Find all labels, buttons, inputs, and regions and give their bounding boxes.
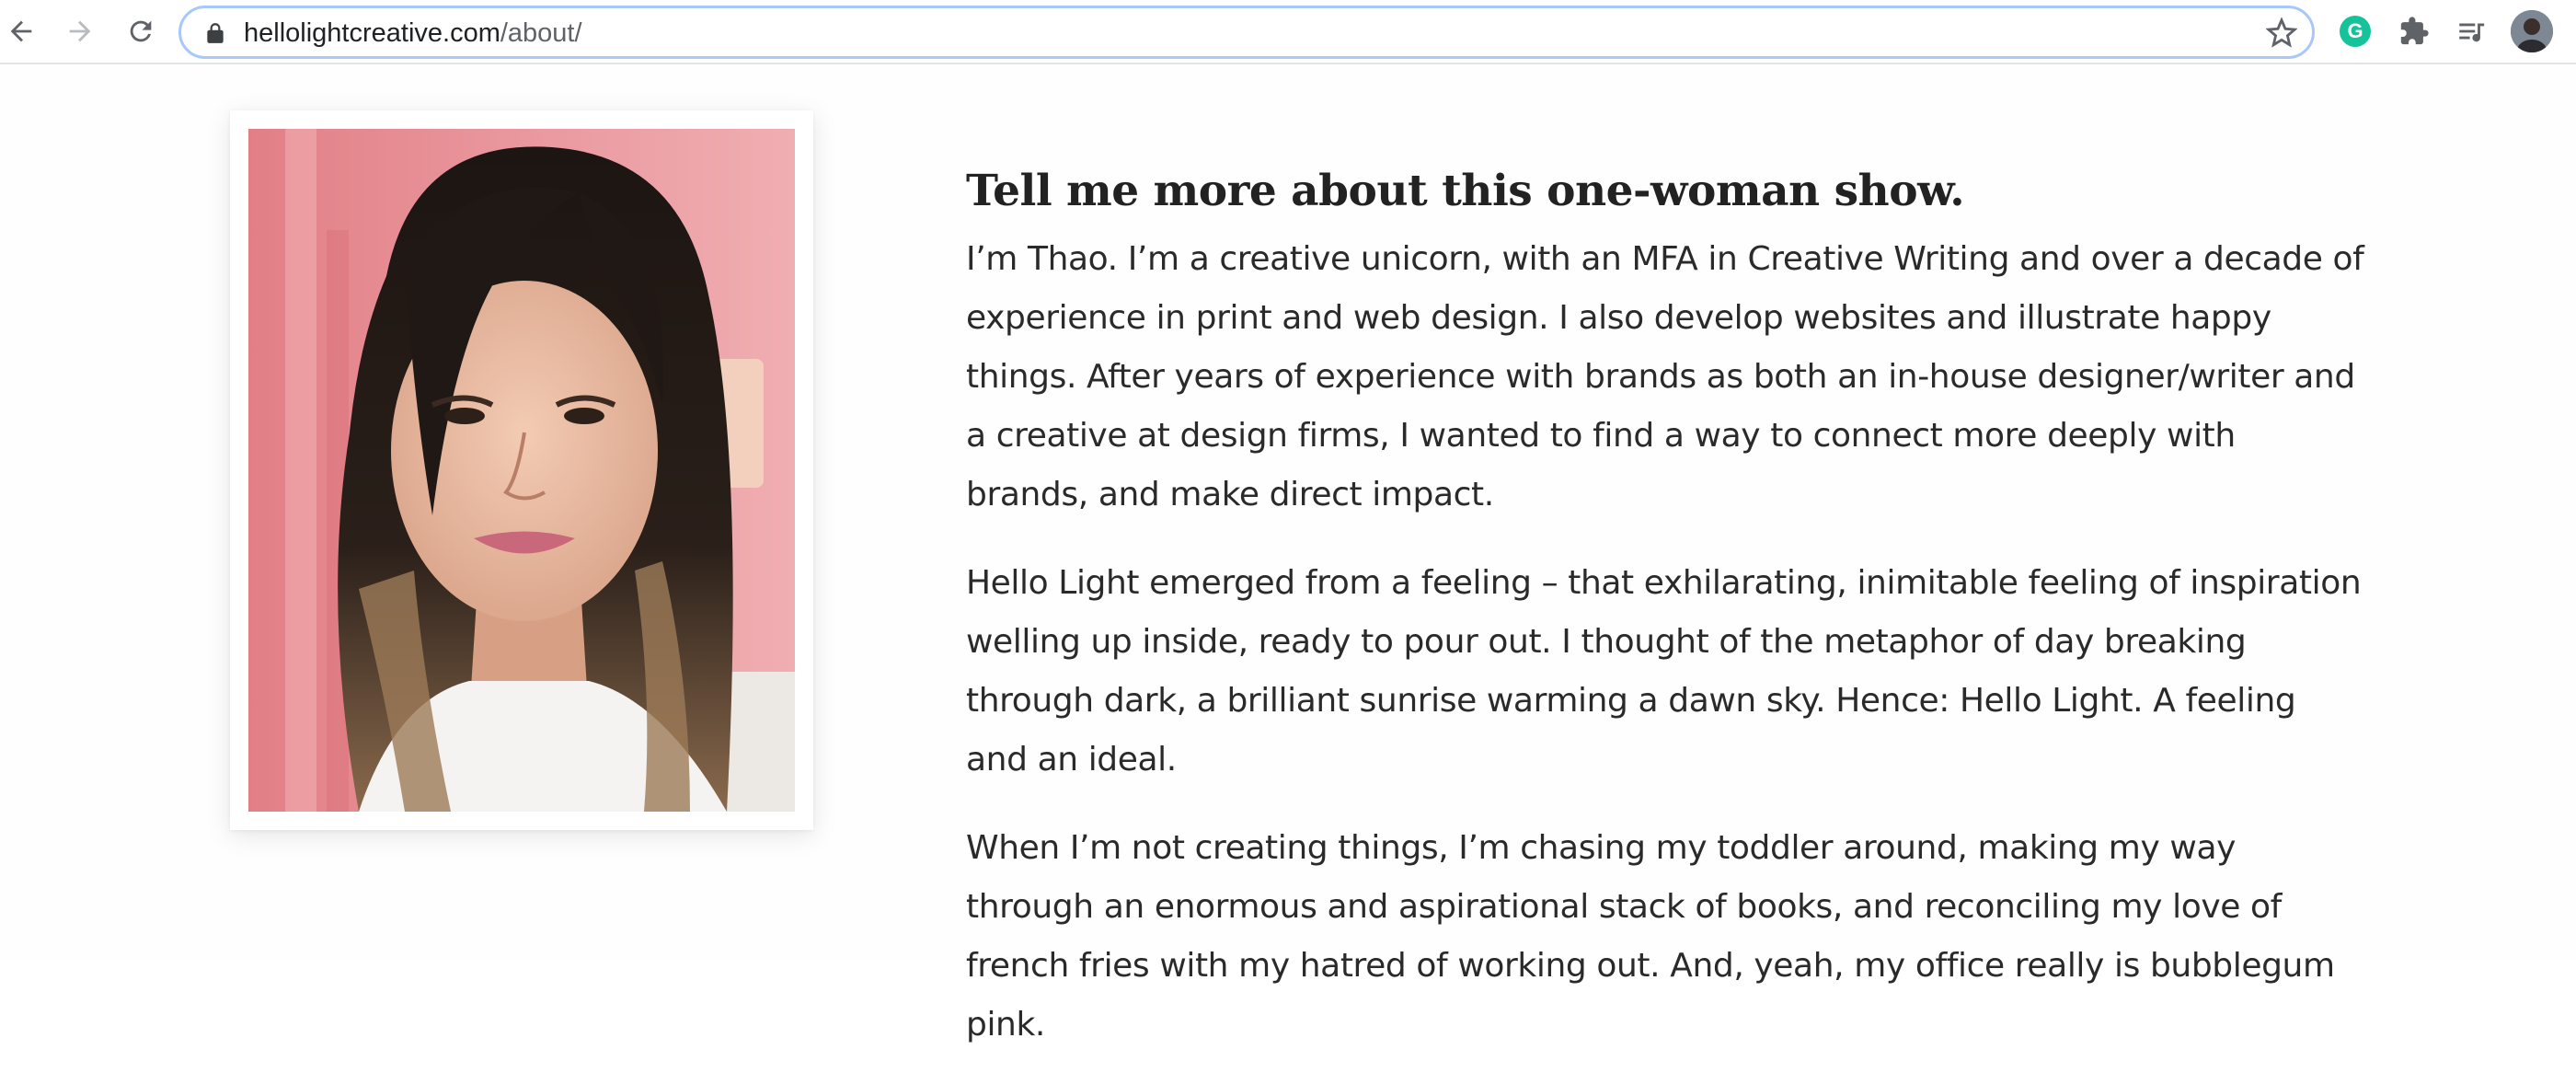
lock-icon[interactable] [203, 21, 227, 45]
avatar-image [2511, 10, 2553, 52]
about-content: Tell me more about this one-woman show. … [966, 164, 2364, 1084]
browser-toolbar: hellolightcreative.com/about/ G [0, 0, 2576, 64]
forward-arrow-icon [69, 20, 91, 42]
grammarly-extension[interactable]: G [2337, 13, 2374, 50]
reload-icon [130, 20, 152, 42]
reload-button[interactable] [120, 10, 162, 52]
extensions-button[interactable] [2396, 13, 2432, 50]
url-path: /about/ [500, 18, 582, 48]
back-button[interactable] [0, 10, 42, 52]
forward-button[interactable] [59, 10, 101, 52]
about-paragraph-personal: When I’m not creating things, I’m chasin… [966, 829, 2335, 1044]
media-queue-icon [2459, 23, 2485, 42]
profile-avatar[interactable] [2511, 10, 2553, 52]
portrait-photo [248, 129, 795, 812]
extensions-puzzle-icon [2400, 17, 2429, 45]
url-host: hellolightcreative.com [244, 18, 500, 48]
about-paragraph-intro: I’m Thao. I’m a creative unicorn, with a… [966, 240, 2364, 513]
portrait-frame [230, 110, 813, 830]
about-page: Tell me more about this one-woman show. … [0, 66, 2576, 1044]
address-bar[interactable]: hellolightcreative.com/about/ [178, 6, 2315, 59]
url-text[interactable]: hellolightcreative.com/about/ [244, 19, 582, 47]
about-heading: Tell me more about this one-woman show. [966, 166, 1965, 216]
about-paragraph-origin: Hello Light emerged from a feeling – tha… [966, 564, 2362, 778]
grammarly-icon: G [2340, 16, 2371, 47]
bookmark-star-icon[interactable] [2266, 17, 2297, 49]
media-queue-button[interactable] [2453, 13, 2490, 50]
back-arrow-icon [10, 20, 32, 42]
portrait-illustration [248, 129, 795, 812]
